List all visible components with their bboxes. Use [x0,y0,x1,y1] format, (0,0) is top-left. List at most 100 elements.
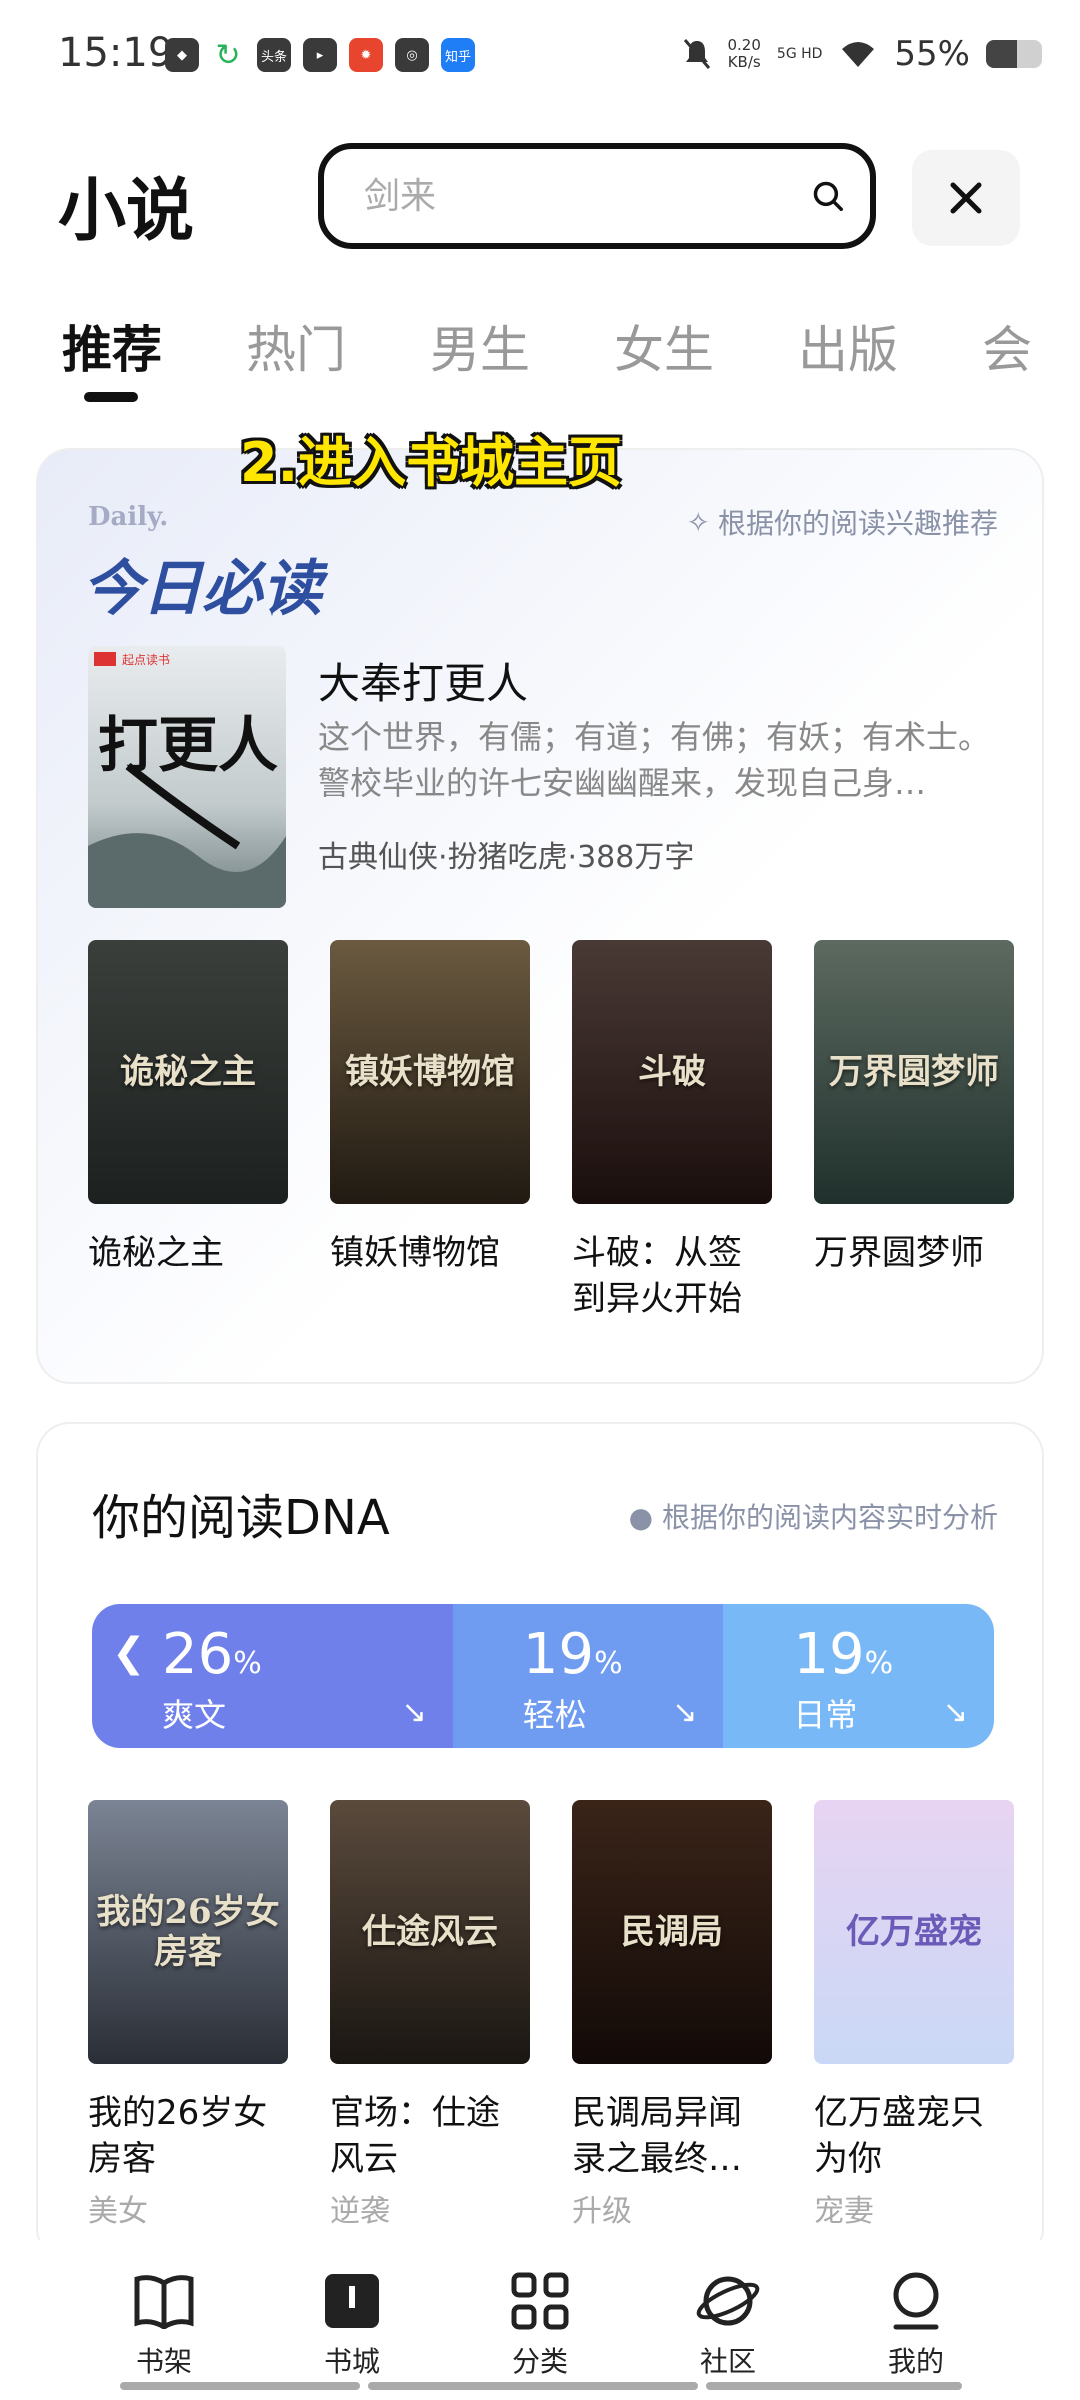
community-icon [693,2266,763,2336]
book-cover-title: 诡秘之主 [120,1052,256,1092]
net-speed: 0.20 KB/s [727,36,761,71]
dna-bar: ❮ 26% 爽文 ↘ 19% 轻松 ↘ 19% 日常 ↘ [92,1604,994,1748]
fireworks-app-icon: ✹ [349,38,383,72]
close-icon [950,182,982,214]
search-icon[interactable] [812,173,844,219]
book-cover[interactable]: 我的26岁女房客 [88,1800,288,2064]
bottom-nav: 书架 书城 分类 社区 我的 [0,2240,1080,2400]
overlay-caption: 2.进入书城主页 [240,431,623,494]
arrow-down-right-icon: ↘ [401,1695,427,1730]
book-cover[interactable]: 诡秘之主 [88,940,288,1204]
book-title[interactable]: 我的26岁女房客 [88,2090,288,2182]
qq-app-icon: ◎ [395,38,429,72]
book-card[interactable]: 亿万盛宠亿万盛宠只为你宠妻 [814,1800,1014,2230]
book-card[interactable]: 斗破斗破：从签到异火开始 [572,940,772,1322]
search-input[interactable] [364,175,812,217]
book-title[interactable]: 斗破：从签到异火开始 [572,1230,772,1322]
home-indicator-middle [368,2382,698,2390]
home-indicator-right [706,2382,962,2390]
book-title[interactable]: 民调局异闻录之最终… [572,2090,772,2182]
book-cover-title: 民调局 [621,1912,723,1952]
book-card[interactable]: 诡秘之主 诡秘之主 [88,940,288,1322]
book-cover-title: 亿万盛宠 [846,1912,982,1952]
sparkle-icon: ✧ [686,505,710,539]
nav-item-4[interactable]: 我的 [856,2240,976,2400]
dna-logo-icon: ❮ [112,1630,146,1676]
dna-label: 轻松 [522,1696,587,1734]
book-cover[interactable]: 斗破 [572,940,772,1204]
category-icon [505,2266,575,2336]
book-card[interactable]: 我的26岁女房客 我的26岁女房客 美女 [88,1800,288,2230]
wifi-icon [842,42,875,67]
tab-4[interactable]: 出版 [798,310,898,382]
status-bar: 15:19 ◆ ↻ 头条 ▸ ✹ ◎ 知乎 0.20 KB/s 5G HD 55% [0,0,1080,110]
book-title[interactable]: 亿万盛宠只为你 [814,2090,1014,2182]
book-cover-title: 万界圆梦师 [829,1052,999,1092]
featured-book-title[interactable]: 大奉打更人 [318,650,528,711]
nav-item-1[interactable]: 书城 [292,2240,412,2400]
mute-icon [683,39,710,69]
bookshelf-icon [129,2266,199,2336]
nav-item-0[interactable]: 书架 [104,2240,224,2400]
notification-icons: ◆ ↻ 头条 ▸ ✹ ◎ 知乎 [165,38,475,73]
nav-item-2[interactable]: 分类 [480,2240,600,2400]
nav-label: 分类 [511,2345,568,2378]
book-cover[interactable]: 亿万盛宠 [814,1800,1014,2064]
book-title[interactable]: 诡秘之主 [88,1230,288,1276]
book-title[interactable]: 官场：仕途风云 [330,2090,530,2182]
dna-percent: 19% [793,1622,894,1687]
battery-percent: 55% [894,34,970,74]
status-right: 0.20 KB/s 5G HD 55% [682,34,1042,74]
nav-label: 我的 [887,2345,944,2378]
dna-segment-0[interactable]: ❮ 26% 爽文 ↘ [92,1604,453,1748]
arrow-down-right-icon: ↘ [672,1695,698,1730]
book-cover[interactable]: 仕途风云 [330,1800,530,2064]
tab-2[interactable]: 男生 [430,310,530,382]
dna-hint: ● 根据你的阅读内容实时分析 [628,1501,998,1534]
arrow-down-right-icon: ↘ [942,1695,968,1730]
dna-title: 你的阅读DNA [92,1490,390,1546]
book-tag: 宠妻 [814,2194,874,2229]
nav-label: 书架 [135,2345,192,2378]
book-title[interactable]: 万界圆梦师 [814,1230,1014,1276]
featured-book-description: 这个世界，有儒；有道；有佛；有妖；有术士。警校毕业的许七安幽幽醒来，发现自己身… [318,718,991,802]
book-cover-title: 斗破 [638,1052,706,1092]
page-title: 小说 [58,172,195,251]
dna-segment-1[interactable]: 19% 轻松 ↘ [452,1604,724,1748]
category-tabs: 推荐 热门 男生 女生 出版 会 [62,310,1080,410]
nav-label: 社区 [699,2345,756,2378]
book-title[interactable]: 镇妖博物馆 [330,1230,530,1276]
book-cover-title: 仕途风云 [362,1912,498,1952]
book-cover[interactable]: 镇妖博物馆 [330,940,530,1204]
dna-label: 日常 [793,1696,858,1734]
book-tag: 升级 [572,2194,632,2229]
book-card[interactable]: 万界圆梦师 万界圆梦师 [814,940,1014,1322]
dna-label: 爽文 [162,1696,227,1734]
status-time: 15:19 [58,30,174,76]
book-card[interactable]: 镇妖博物馆 镇妖博物馆 [330,940,530,1322]
daily-card: Daily. 今日必读 ✧ 根据你的阅读兴趣推荐 起点读书 打更人 大奉打更人 … [36,448,1044,1384]
book-cover[interactable]: 万界圆梦师 [814,940,1014,1204]
dna-segment-2[interactable]: 19% 日常 ↘ [723,1604,994,1748]
search-box[interactable] [318,143,876,249]
battery-fill [986,40,1017,68]
book-cover[interactable]: 民调局 [572,1800,772,2064]
featured-cover-title: 打更人 [98,711,278,781]
tab-0[interactable]: 推荐 [62,310,162,382]
tab-5[interactable]: 会 [982,310,1032,382]
daily-hint-text: 根据你的阅读兴趣推荐 [717,507,998,540]
featured-book-cover[interactable]: 起点读书 打更人 [88,646,286,908]
profile-icon [881,2266,951,2336]
gallery-app-icon: ◆ [165,38,199,72]
book-card[interactable]: 仕途风云 官场：仕途风云 逆袭 [330,1800,530,2230]
close-button[interactable] [912,150,1020,246]
tab-1[interactable]: 热门 [246,310,346,382]
tab-3[interactable]: 女生 [614,310,714,382]
book-card[interactable]: 民调局民调局异闻录之最终… 升级 [572,1800,772,2230]
book-cover-title: 镇妖博物馆 [345,1052,515,1092]
network-signal: 5G HD [776,46,823,62]
nav-item-3[interactable]: 社区 [668,2240,788,2400]
book-tag: 美女 [88,2194,148,2229]
bookstore-icon [317,2266,387,2336]
daily-title: 今日必读 [82,554,322,624]
